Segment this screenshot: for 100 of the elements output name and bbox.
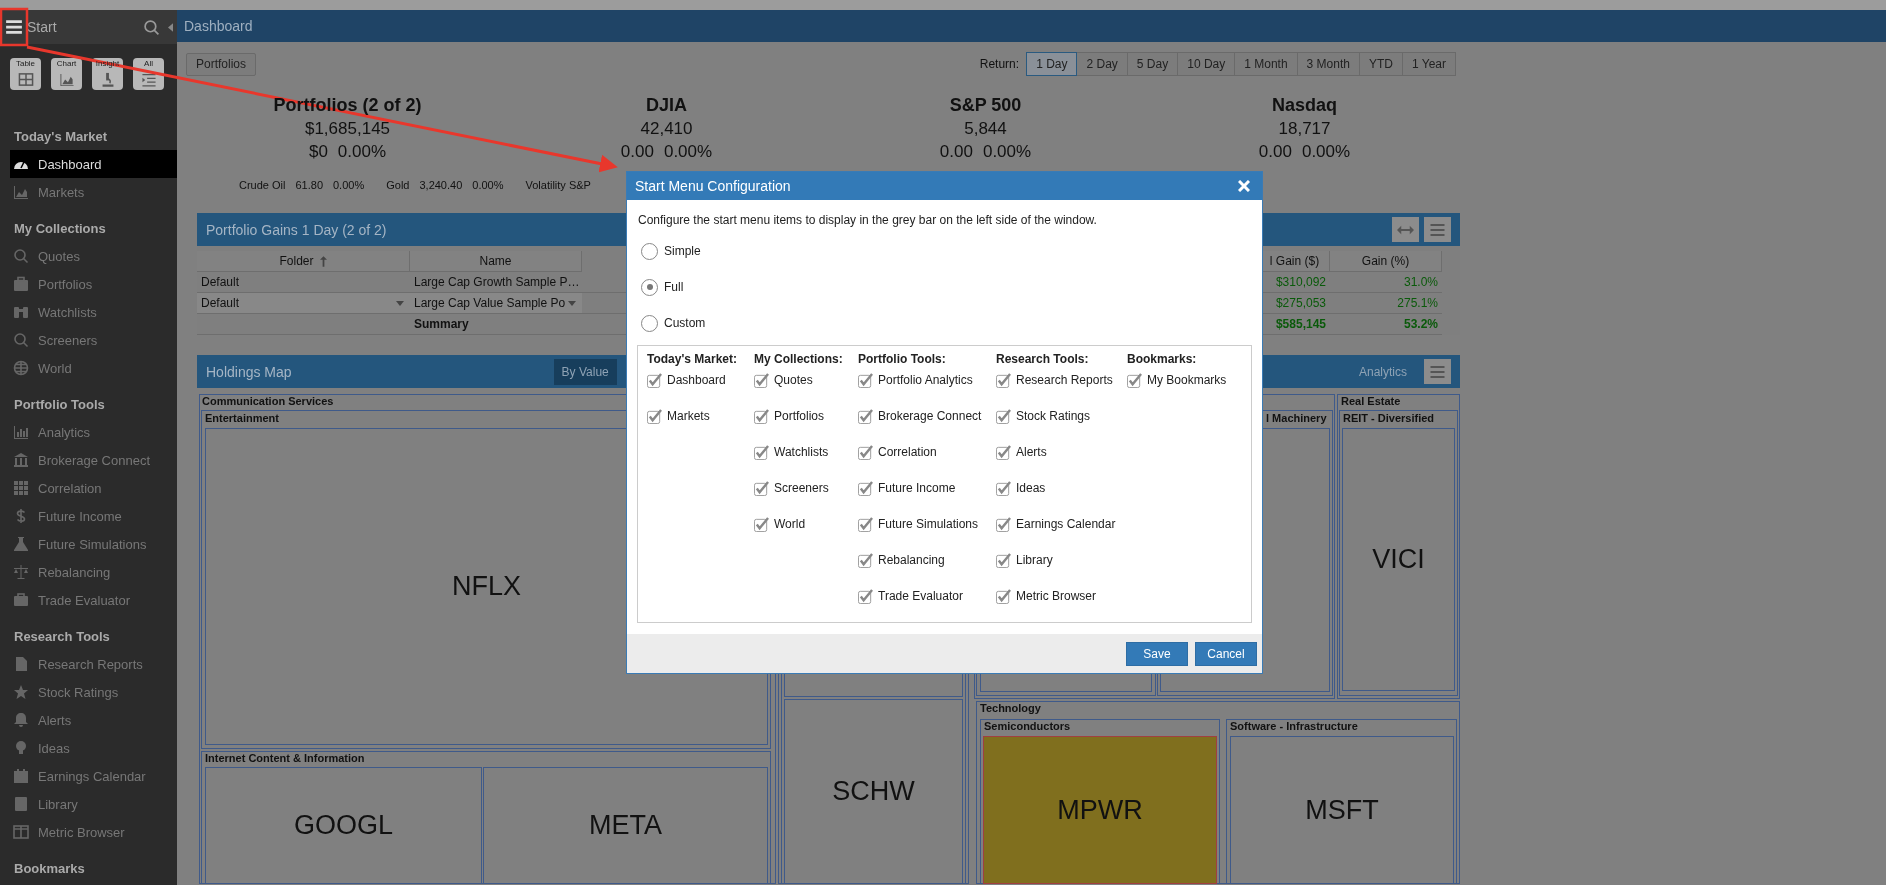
panel-menu-button[interactable] <box>1424 217 1451 242</box>
period-tab[interactable]: 2 Day <box>1076 52 1128 76</box>
holding-tile[interactable]: VICI <box>1342 428 1455 691</box>
resize-button[interactable] <box>1392 217 1419 242</box>
industry-label: REIT - Diversified <box>1343 412 1435 424</box>
checkbox[interactable] <box>996 480 1011 496</box>
checkbox[interactable] <box>754 372 769 388</box>
sidebar-item[interactable]: Future Income <box>10 502 177 530</box>
holding-tile[interactable]: MPWR <box>983 736 1217 884</box>
checkbox[interactable] <box>996 444 1011 460</box>
book-icon <box>13 796 29 812</box>
checkbox[interactable] <box>858 372 873 388</box>
sidebar-item[interactable]: Future Simulations <box>10 530 177 558</box>
search-icon[interactable] <box>143 18 160 36</box>
checkbox[interactable] <box>996 552 1011 568</box>
radio-option[interactable]: Full <box>641 269 1252 305</box>
checkbox[interactable] <box>858 516 873 532</box>
radio-option[interactable]: Custom <box>641 305 1252 341</box>
sidebar-item[interactable]: Brokerage Connect <box>10 446 177 474</box>
highlight-frame <box>0 7 29 47</box>
sidebar-item[interactable]: Metric Browser <box>10 818 177 846</box>
sidebar-item[interactable]: Alerts <box>10 706 177 734</box>
period-tab[interactable]: 10 Day <box>1177 52 1236 76</box>
sidebar-item[interactable]: Dashboard <box>10 150 177 178</box>
close-icon[interactable] <box>1238 180 1250 192</box>
sidebar-title: Start <box>27 19 58 35</box>
checkbox[interactable] <box>996 372 1011 388</box>
column-header[interactable]: Gain (%) <box>1330 251 1442 272</box>
dropdown-caret-icon[interactable] <box>396 300 404 306</box>
checkbox[interactable] <box>858 408 873 424</box>
quick-view-button[interactable]: Chart <box>51 58 82 90</box>
sidebar-item[interactable]: Earnings Calendar <box>10 762 177 790</box>
sidebar-item[interactable]: Library <box>10 790 177 818</box>
radio-option[interactable]: Simple <box>641 233 1252 269</box>
checkbox-label: Ideas <box>1016 481 1046 495</box>
sidebar-item[interactable]: Correlation <box>10 474 177 502</box>
period-tab[interactable]: 1 Year <box>1401 52 1456 76</box>
panel-title: Holdings Map <box>206 363 292 380</box>
column-header[interactable]: Folder <box>197 251 410 272</box>
checkbox[interactable] <box>996 516 1011 532</box>
binoculars-icon <box>13 304 29 320</box>
sidebar-item[interactable]: Markets <box>10 178 177 206</box>
checkbox[interactable] <box>858 444 873 460</box>
checkbox[interactable] <box>754 408 769 424</box>
sidebar-item[interactable]: Screeners <box>10 326 177 354</box>
analytics-link[interactable]: Analytics <box>1358 364 1407 379</box>
checkbox-label: Dashboard <box>667 373 726 387</box>
holding-tile[interactable]: SCHW <box>784 699 963 884</box>
checkbox[interactable] <box>754 516 769 532</box>
index-change: 0.00 <box>1258 141 1292 163</box>
industry-label: l Machinery <box>1266 412 1327 424</box>
period-tab[interactable]: 1 Month <box>1234 52 1298 76</box>
dropdown-caret-icon[interactable] <box>568 300 576 306</box>
checkbox[interactable] <box>754 480 769 496</box>
sidebar-item[interactable]: Analytics <box>10 418 177 446</box>
sidebar-item[interactable]: Trade Evaluator <box>10 586 177 614</box>
period-tab[interactable]: 1 Day <box>1026 52 1078 76</box>
index-percent: 0.00% <box>982 141 1032 163</box>
checkbox[interactable] <box>754 444 769 460</box>
columns-icon <box>13 824 29 840</box>
table-cell: 275.1% <box>1330 293 1442 314</box>
sidebar-item[interactable]: Research Reports <box>10 650 177 678</box>
ticker-value: 3,240.40 <box>419 179 463 193</box>
caret-icon[interactable] <box>168 22 173 32</box>
column-header[interactable]: Name <box>410 251 582 272</box>
dialog-button[interactable]: Save <box>1126 641 1188 666</box>
sidebar-item[interactable]: Ideas <box>10 734 177 762</box>
panel-menu-button[interactable] <box>1424 359 1451 384</box>
holding-tile[interactable]: GOOGL <box>205 767 482 884</box>
sidebar-item[interactable]: Portfolios <box>10 270 177 298</box>
star-icon <box>13 684 29 700</box>
portfolios-button[interactable]: Portfolios <box>186 52 257 76</box>
industry-label: Internet Content & Information <box>205 752 365 764</box>
quick-view-button[interactable]: All <box>133 58 164 90</box>
period-tab[interactable]: 5 Day <box>1126 52 1179 76</box>
checkbox[interactable] <box>858 588 873 604</box>
group-title: Today's Market: <box>647 352 738 366</box>
checkbox[interactable] <box>1127 372 1142 388</box>
checkbox[interactable] <box>996 588 1011 604</box>
sidebar-item[interactable]: Watchlists <box>10 298 177 326</box>
dialog-button[interactable]: Cancel <box>1195 641 1257 666</box>
sidebar-item[interactable]: Rebalancing <box>10 558 177 586</box>
holding-tile[interactable]: META <box>483 767 768 884</box>
sidebar-item[interactable]: World <box>10 354 177 382</box>
menu-icon[interactable] <box>5 18 23 36</box>
quick-view-button[interactable]: Insight <box>92 58 123 90</box>
period-tab[interactable]: YTD <box>1358 52 1403 76</box>
checkbox[interactable] <box>858 552 873 568</box>
period-tab[interactable]: 3 Month <box>1296 52 1360 76</box>
checkbox[interactable] <box>647 408 662 424</box>
checkbox[interactable] <box>996 408 1011 424</box>
sidebar-item[interactable]: Quotes <box>10 242 177 270</box>
checkbox[interactable] <box>858 480 873 496</box>
holding-tile[interactable]: MSFT <box>1230 736 1454 884</box>
quick-view-button[interactable]: Table <box>10 58 41 90</box>
checkbox-label: Screeners <box>774 481 829 495</box>
checkbox[interactable] <box>647 372 662 388</box>
sidebar-item[interactable]: Stock Ratings <box>10 678 177 706</box>
view-dropdown-button[interactable]: By Value <box>553 358 617 385</box>
column-header[interactable]: l Gain ($) <box>1260 251 1330 272</box>
